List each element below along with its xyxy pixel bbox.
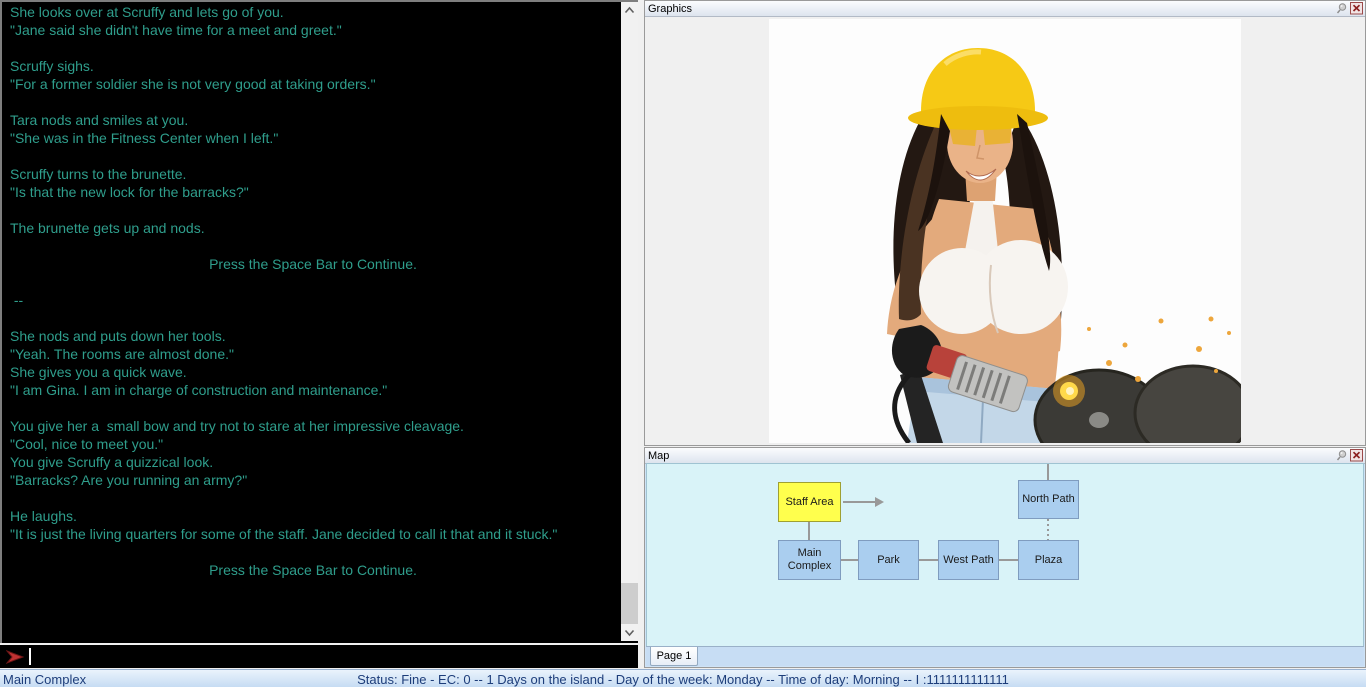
story-line: "Cool, nice to meet you." xyxy=(10,435,616,453)
story-line xyxy=(10,39,616,57)
story-line xyxy=(10,237,616,255)
scroll-up-button[interactable] xyxy=(621,2,638,19)
story-line: -- xyxy=(10,291,616,309)
graphics-panel: Graphics xyxy=(644,0,1366,446)
story-line: "Yeah. The rooms are almost done." xyxy=(10,345,616,363)
close-icon[interactable] xyxy=(1350,449,1363,462)
story-text: She looks over at Scruffy and lets go of… xyxy=(10,3,616,579)
map-node-park[interactable]: Park xyxy=(858,540,919,580)
map-panel-title: Map xyxy=(648,450,669,462)
map-node-plaza[interactable]: Plaza xyxy=(1018,540,1079,580)
story-line: "Jane said she didn't have time for a me… xyxy=(10,21,616,39)
pin-icon[interactable] xyxy=(1335,2,1348,15)
story-line: "For a former soldier she is not very go… xyxy=(10,75,616,93)
status-bar: Main Complex Status: Fine - EC: 0 -- 1 D… xyxy=(0,669,1366,687)
adrift-runner-window: She looks over at Scruffy and lets go of… xyxy=(0,0,1366,687)
story-line xyxy=(10,489,616,507)
map-panel-titlebar[interactable]: Map xyxy=(645,448,1365,464)
prompt-arrow-icon xyxy=(6,649,25,665)
story-line xyxy=(10,309,616,327)
story-line: He laughs. xyxy=(10,507,616,525)
story-line: "She was in the Fitness Center when I le… xyxy=(10,129,616,147)
map-node-west-path[interactable]: West Path xyxy=(938,540,999,580)
story-line: She gives you a quick wave. xyxy=(10,363,616,381)
story-line xyxy=(10,399,616,417)
map-node-main-complex[interactable]: Main Complex xyxy=(778,540,841,580)
status-text: Status: Fine - EC: 0 -- 1 Days on the is… xyxy=(0,672,1366,687)
map-node-north-path[interactable]: North Path xyxy=(1018,480,1079,519)
story-line: "Is that the new lock for the barracks?" xyxy=(10,183,616,201)
close-icon[interactable] xyxy=(1350,2,1363,15)
story-line: You give Scruffy a quizzical look. xyxy=(10,453,616,471)
text-caret xyxy=(29,648,31,665)
pin-icon[interactable] xyxy=(1335,449,1348,462)
story-line: She looks over at Scruffy and lets go of… xyxy=(10,3,616,21)
graphics-panel-title: Graphics xyxy=(648,3,692,15)
scrollbar-thumb[interactable] xyxy=(621,583,638,626)
story-line xyxy=(10,93,616,111)
story-line: "It is just the living quarters for some… xyxy=(10,525,616,543)
story-line: The brunette gets up and nods. xyxy=(10,219,616,237)
chevron-up-icon xyxy=(623,4,636,17)
story-line: She nods and puts down her tools. xyxy=(10,327,616,345)
graphics-photo xyxy=(769,19,1241,443)
map-canvas: Staff Area North Path Main Complex Park West… xyxy=(646,463,1364,649)
story-line: You give her a small bow and try not to … xyxy=(10,417,616,435)
story-line xyxy=(10,273,616,291)
story-line: Scruffy sighs. xyxy=(10,57,616,75)
chevron-down-icon xyxy=(623,626,636,639)
story-line: Press the Space Bar to Continue. xyxy=(10,561,616,579)
story-line xyxy=(10,201,616,219)
graphics-content xyxy=(645,17,1365,445)
map-tab-page1[interactable]: Page 1 xyxy=(650,647,698,666)
story-text-panel[interactable]: She looks over at Scruffy and lets go of… xyxy=(0,0,638,643)
story-scrollbar[interactable] xyxy=(621,2,638,641)
map-node-staff-area[interactable]: Staff Area xyxy=(778,482,841,522)
map-panel: Map Staff Area North Path Main Complex Park… xyxy=(644,447,1366,668)
story-line xyxy=(10,543,616,561)
story-line: "I am Gina. I am in charge of constructi… xyxy=(10,381,616,399)
map-tabbar: Page 1 xyxy=(646,646,1364,666)
scroll-down-button[interactable] xyxy=(621,624,638,641)
story-line: "Barracks? Are you running an army?" xyxy=(10,471,616,489)
story-line: Scruffy turns to the brunette. xyxy=(10,165,616,183)
command-input[interactable] xyxy=(0,645,638,668)
story-line: Tara nods and smiles at you. xyxy=(10,111,616,129)
story-line xyxy=(10,147,616,165)
photo-illustration xyxy=(769,19,1241,443)
story-line: Press the Space Bar to Continue. xyxy=(10,255,616,273)
map-connection-lines xyxy=(647,464,1363,648)
graphics-panel-titlebar[interactable]: Graphics xyxy=(645,1,1365,17)
